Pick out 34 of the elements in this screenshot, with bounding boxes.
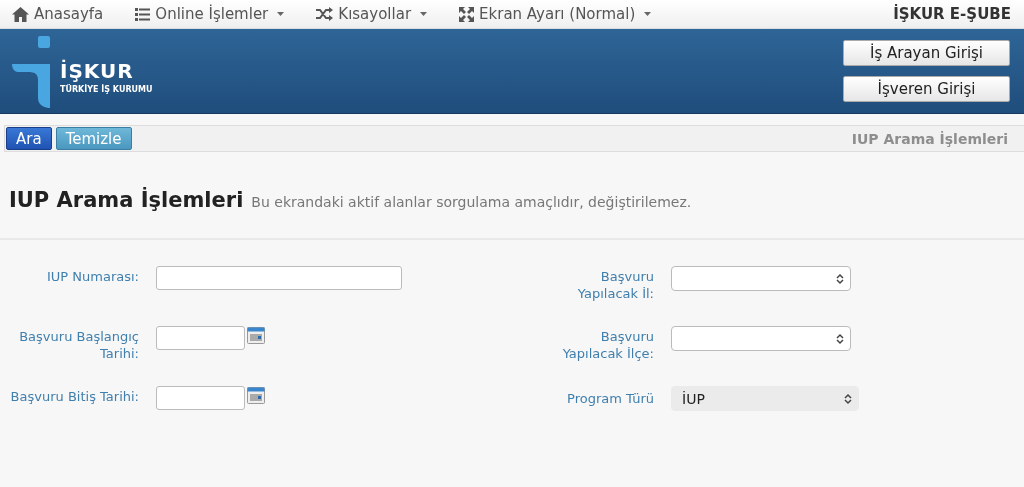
login-button[interactable]: İşveren Girişi	[843, 76, 1010, 102]
field-label: Başvuru Başlangıç Tarihi:	[18, 328, 139, 362]
logo-wordmark: İŞKUR	[60, 61, 135, 81]
field-label: IUP Numarası:	[46, 268, 139, 285]
login-button[interactable]: İş Arayan Girişi	[843, 40, 1010, 66]
select-arrows-icon	[844, 392, 852, 405]
toolbar-caption: IUP Arama İşlemleri	[851, 130, 1008, 147]
text-field[interactable]	[156, 266, 402, 290]
field-label: Başvuru Yapılacak İl:	[576, 268, 654, 302]
nav-menu-item[interactable]: Ekran Ayarı (Normal)	[459, 5, 652, 23]
date-field[interactable]	[156, 326, 245, 350]
shuffle-icon	[316, 7, 334, 21]
logo-subtitle: TÜRKİYE İŞ KURUMU	[60, 85, 153, 94]
nav-menu-item[interactable]: Anasayfa	[12, 5, 104, 23]
date-field[interactable]	[156, 386, 245, 410]
site-title: İŞKUR E-ŞUBE	[893, 5, 1011, 23]
search-button[interactable]: Ara	[6, 127, 52, 150]
select-arrows-icon	[836, 332, 844, 345]
expand-icon	[459, 6, 475, 22]
home-icon	[12, 6, 29, 22]
select-field[interactable]	[671, 266, 851, 291]
select-field[interactable]	[671, 326, 851, 351]
nav-menu-item[interactable]: Kısayollar	[316, 5, 428, 23]
select-field: İUP	[671, 386, 859, 411]
field-label: Program Türü	[566, 390, 654, 407]
calendar-icon[interactable]	[247, 386, 265, 404]
page-subtitle: Bu ekrandaki aktif alanlar sorgulama amaçlıdır, değiştirilemez.	[251, 194, 692, 210]
field-label: Başvuru Bitiş Tarihi:	[9, 388, 139, 405]
calendar-icon[interactable]	[247, 326, 265, 344]
field-label: Başvuru Yapılacak İlçe:	[561, 328, 654, 362]
page-title: IUP Arama İşlemleri	[9, 188, 244, 212]
nav-menu-item[interactable]: Online İşlemler	[135, 5, 285, 23]
list-icon	[135, 7, 151, 21]
select-arrows-icon	[836, 272, 844, 285]
